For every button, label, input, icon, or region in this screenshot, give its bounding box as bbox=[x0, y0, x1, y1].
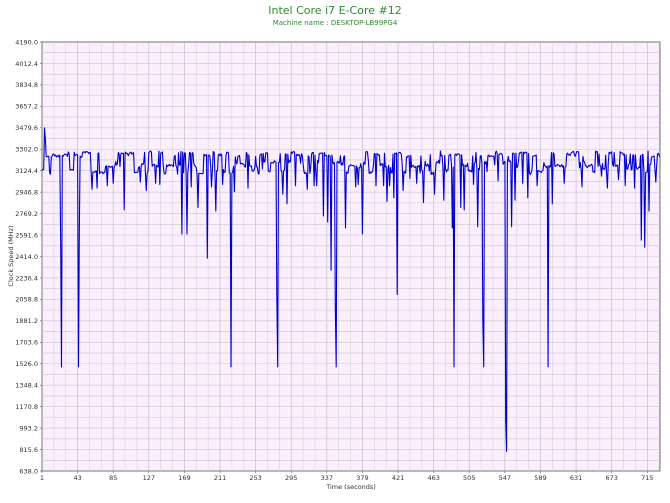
y-tick-label: 3124.4 bbox=[15, 167, 38, 175]
y-tick-labels: 638.0 815.6 993.2 1170.8 1348.4 1526.0 1703.6 1… bbox=[15, 38, 42, 475]
x-tick-label: 631 bbox=[570, 474, 582, 482]
x-tick-label: 673 bbox=[605, 474, 617, 482]
x-tick-labels: 1 43 85 127 169 211 253 295 337 379 421 463 505 547 58… bbox=[40, 471, 653, 482]
x-tick-label: 589 bbox=[534, 474, 546, 482]
y-tick-label: 2236.4 bbox=[15, 274, 38, 282]
x-tick-label: 379 bbox=[356, 474, 368, 482]
y-tick-label: 3834.8 bbox=[15, 81, 38, 89]
chart-svg: 638.0 815.6 993.2 1170.8 1348.4 1526.0 1703.6 1… bbox=[7, 38, 661, 491]
x-tick-label: 211 bbox=[214, 474, 226, 482]
x-tick-label: 253 bbox=[249, 474, 261, 482]
y-tick-label: 1348.4 bbox=[15, 382, 38, 390]
y-tick-label: 815.6 bbox=[19, 446, 38, 454]
y-tick-label: 2769.2 bbox=[15, 210, 38, 218]
y-tick-label: 4012.4 bbox=[15, 60, 38, 68]
y-tick-label: 638.0 bbox=[19, 467, 38, 475]
y-tick-label: 3479.6 bbox=[15, 124, 38, 132]
y-tick-label: 1526.0 bbox=[15, 360, 38, 368]
x-tick-label: 715 bbox=[641, 474, 653, 482]
x-tick-label: 505 bbox=[463, 474, 475, 482]
y-tick-label: 993.2 bbox=[19, 424, 38, 432]
x-tick-label: 85 bbox=[109, 474, 117, 482]
y-tick-label: 2414.0 bbox=[15, 253, 38, 261]
x-tick-label: 463 bbox=[427, 474, 439, 482]
x-tick-label: 127 bbox=[143, 474, 155, 482]
x-axis-label: Time (seconds) bbox=[325, 483, 376, 491]
y-tick-label: 3657.2 bbox=[15, 103, 38, 111]
y-tick-label: 2058.8 bbox=[15, 296, 38, 304]
y-tick-label: 2946.8 bbox=[15, 188, 38, 196]
x-tick-label: 295 bbox=[285, 474, 297, 482]
y-axis-label: Clock Speed (MHz) bbox=[7, 225, 15, 286]
x-tick-label: 421 bbox=[392, 474, 404, 482]
x-tick-label: 1 bbox=[40, 474, 44, 482]
y-tick-label: 3302.0 bbox=[15, 146, 38, 154]
y-tick-label: 1881.2 bbox=[15, 317, 38, 325]
x-tick-label: 169 bbox=[178, 474, 190, 482]
x-tick-label: 43 bbox=[73, 474, 81, 482]
grid-lines bbox=[42, 42, 660, 471]
y-tick-label: 1703.6 bbox=[15, 339, 38, 347]
y-tick-label: 2591.6 bbox=[15, 231, 38, 239]
x-tick-label: 337 bbox=[321, 474, 333, 482]
y-tick-label: 1170.8 bbox=[15, 403, 38, 411]
x-tick-label: 547 bbox=[499, 474, 511, 482]
y-tick-label: 4190.0 bbox=[15, 38, 38, 46]
